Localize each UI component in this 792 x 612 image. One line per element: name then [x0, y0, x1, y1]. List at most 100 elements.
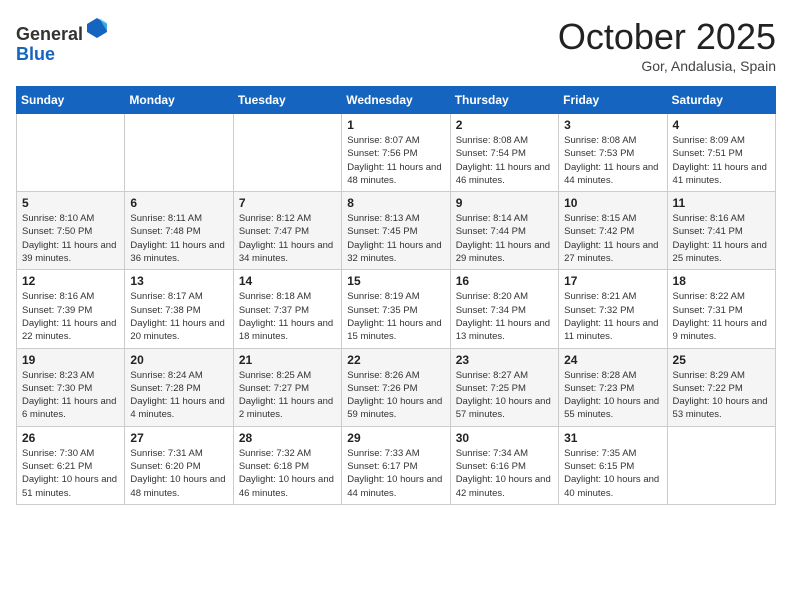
day-number: 7 — [239, 196, 336, 210]
day-info: Sunrise: 8:28 AM Sunset: 7:23 PM Dayligh… — [564, 369, 661, 422]
day-number: 11 — [673, 196, 770, 210]
calendar-cell: 16 Sunrise: 8:20 AM Sunset: 7:34 PM Dayli… — [450, 270, 558, 348]
week-row-1: 1 Sunrise: 8:07 AM Sunset: 7:56 PM Daylig… — [17, 114, 776, 192]
day-info: Sunrise: 8:16 AM Sunset: 7:41 PM Dayligh… — [673, 212, 770, 265]
calendar-cell: 10 Sunrise: 8:15 AM Sunset: 7:42 PM Dayli… — [559, 192, 667, 270]
day-number: 29 — [347, 431, 444, 445]
weekday-header-saturday: Saturday — [667, 87, 775, 114]
day-info: Sunrise: 7:30 AM Sunset: 6:21 PM Dayligh… — [22, 447, 119, 500]
calendar-cell: 24 Sunrise: 8:28 AM Sunset: 7:23 PM Dayli… — [559, 348, 667, 426]
calendar-cell: 12 Sunrise: 8:16 AM Sunset: 7:39 PM Dayli… — [17, 270, 125, 348]
day-info: Sunrise: 8:08 AM Sunset: 7:54 PM Dayligh… — [456, 134, 553, 187]
day-info: Sunrise: 8:10 AM Sunset: 7:50 PM Dayligh… — [22, 212, 119, 265]
weekday-header-tuesday: Tuesday — [233, 87, 341, 114]
day-info: Sunrise: 8:26 AM Sunset: 7:26 PM Dayligh… — [347, 369, 444, 422]
day-number: 12 — [22, 274, 119, 288]
calendar-cell: 7 Sunrise: 8:12 AM Sunset: 7:47 PM Daylig… — [233, 192, 341, 270]
week-row-2: 5 Sunrise: 8:10 AM Sunset: 7:50 PM Daylig… — [17, 192, 776, 270]
day-info: Sunrise: 8:12 AM Sunset: 7:47 PM Dayligh… — [239, 212, 336, 265]
day-info: Sunrise: 7:31 AM Sunset: 6:20 PM Dayligh… — [130, 447, 227, 500]
day-number: 5 — [22, 196, 119, 210]
week-row-4: 19 Sunrise: 8:23 AM Sunset: 7:30 PM Dayli… — [17, 348, 776, 426]
calendar-cell: 30 Sunrise: 7:34 AM Sunset: 6:16 PM Dayli… — [450, 426, 558, 504]
week-row-3: 12 Sunrise: 8:16 AM Sunset: 7:39 PM Dayli… — [17, 270, 776, 348]
day-info: Sunrise: 8:11 AM Sunset: 7:48 PM Dayligh… — [130, 212, 227, 265]
calendar-cell: 27 Sunrise: 7:31 AM Sunset: 6:20 PM Dayli… — [125, 426, 233, 504]
calendar-cell: 2Sunrise: 8:08 AM Sunset: 7:54 PM Daylig… — [450, 114, 558, 192]
day-number: 15 — [347, 274, 444, 288]
day-number: 1 — [347, 118, 444, 132]
day-number: 19 — [22, 353, 119, 367]
day-number: 27 — [130, 431, 227, 445]
day-info: Sunrise: 8:21 AM Sunset: 7:32 PM Dayligh… — [564, 290, 661, 343]
day-number: 8 — [347, 196, 444, 210]
day-info: Sunrise: 8:14 AM Sunset: 7:44 PM Dayligh… — [456, 212, 553, 265]
calendar-cell: 11 Sunrise: 8:16 AM Sunset: 7:41 PM Dayli… — [667, 192, 775, 270]
calendar-cell: 5 Sunrise: 8:10 AM Sunset: 7:50 PM Daylig… — [17, 192, 125, 270]
logo-icon — [85, 16, 109, 40]
calendar-cell: 29Sunrise: 7:33 AM Sunset: 6:17 PM Dayli… — [342, 426, 450, 504]
calendar-cell: 17 Sunrise: 8:21 AM Sunset: 7:32 PM Dayli… — [559, 270, 667, 348]
day-number: 20 — [130, 353, 227, 367]
calendar-cell: 19 Sunrise: 8:23 AM Sunset: 7:30 PM Dayli… — [17, 348, 125, 426]
day-info: Sunrise: 8:15 AM Sunset: 7:42 PM Dayligh… — [564, 212, 661, 265]
day-number: 16 — [456, 274, 553, 288]
logo-general-text: General — [16, 24, 83, 44]
day-number: 31 — [564, 431, 661, 445]
calendar-cell: 18 Sunrise: 8:22 AM Sunset: 7:31 PM Dayli… — [667, 270, 775, 348]
day-number: 30 — [456, 431, 553, 445]
month-title: October 2025 — [558, 16, 776, 58]
calendar-cell: 9Sunrise: 8:14 AM Sunset: 7:44 PM Daylig… — [450, 192, 558, 270]
day-info: Sunrise: 8:29 AM Sunset: 7:22 PM Dayligh… — [673, 369, 770, 422]
calendar-cell: 20 Sunrise: 8:24 AM Sunset: 7:28 PM Dayli… — [125, 348, 233, 426]
weekday-header-wednesday: Wednesday — [342, 87, 450, 114]
location-text: Gor, Andalusia, Spain — [558, 58, 776, 74]
weekday-header-thursday: Thursday — [450, 87, 558, 114]
calendar-cell: 3Sunrise: 8:08 AM Sunset: 7:53 PM Daylig… — [559, 114, 667, 192]
title-block: October 2025 Gor, Andalusia, Spain — [558, 16, 776, 74]
day-info: Sunrise: 8:27 AM Sunset: 7:25 PM Dayligh… — [456, 369, 553, 422]
calendar-cell: 21 Sunrise: 8:25 AM Sunset: 7:27 PM Dayli… — [233, 348, 341, 426]
day-number: 17 — [564, 274, 661, 288]
day-number: 10 — [564, 196, 661, 210]
day-info: Sunrise: 8:25 AM Sunset: 7:27 PM Dayligh… — [239, 369, 336, 422]
calendar-cell: 28 Sunrise: 7:32 AM Sunset: 6:18 PM Dayli… — [233, 426, 341, 504]
calendar-cell: 25 Sunrise: 8:29 AM Sunset: 7:22 PM Dayli… — [667, 348, 775, 426]
day-number: 6 — [130, 196, 227, 210]
day-number: 21 — [239, 353, 336, 367]
day-info: Sunrise: 8:22 AM Sunset: 7:31 PM Dayligh… — [673, 290, 770, 343]
weekday-header-friday: Friday — [559, 87, 667, 114]
day-info: Sunrise: 8:19 AM Sunset: 7:35 PM Dayligh… — [347, 290, 444, 343]
day-number: 13 — [130, 274, 227, 288]
day-info: Sunrise: 8:07 AM Sunset: 7:56 PM Dayligh… — [347, 134, 444, 187]
weekday-header-monday: Monday — [125, 87, 233, 114]
calendar-cell: 26Sunrise: 7:30 AM Sunset: 6:21 PM Dayli… — [17, 426, 125, 504]
day-info: Sunrise: 7:34 AM Sunset: 6:16 PM Dayligh… — [456, 447, 553, 500]
calendar-cell: 8Sunrise: 8:13 AM Sunset: 7:45 PM Daylig… — [342, 192, 450, 270]
calendar-cell: 13 Sunrise: 8:17 AM Sunset: 7:38 PM Dayli… — [125, 270, 233, 348]
day-number: 14 — [239, 274, 336, 288]
day-info: Sunrise: 8:16 AM Sunset: 7:39 PM Dayligh… — [22, 290, 119, 343]
calendar-table: SundayMondayTuesdayWednesdayThursdayFrid… — [16, 86, 776, 505]
calendar-cell: 23 Sunrise: 8:27 AM Sunset: 7:25 PM Dayli… — [450, 348, 558, 426]
day-number: 23 — [456, 353, 553, 367]
calendar-cell: 15 Sunrise: 8:19 AM Sunset: 7:35 PM Dayli… — [342, 270, 450, 348]
week-row-5: 26Sunrise: 7:30 AM Sunset: 6:21 PM Dayli… — [17, 426, 776, 504]
day-info: Sunrise: 8:24 AM Sunset: 7:28 PM Dayligh… — [130, 369, 227, 422]
calendar-cell: 6 Sunrise: 8:11 AM Sunset: 7:48 PM Daylig… — [125, 192, 233, 270]
day-number: 25 — [673, 353, 770, 367]
day-number: 22 — [347, 353, 444, 367]
day-info: Sunrise: 8:20 AM Sunset: 7:34 PM Dayligh… — [456, 290, 553, 343]
day-info: Sunrise: 8:18 AM Sunset: 7:37 PM Dayligh… — [239, 290, 336, 343]
logo-blue-text: Blue — [16, 44, 55, 64]
day-number: 24 — [564, 353, 661, 367]
day-info: Sunrise: 8:23 AM Sunset: 7:30 PM Dayligh… — [22, 369, 119, 422]
day-info: Sunrise: 8:17 AM Sunset: 7:38 PM Dayligh… — [130, 290, 227, 343]
day-number: 18 — [673, 274, 770, 288]
day-info: Sunrise: 7:32 AM Sunset: 6:18 PM Dayligh… — [239, 447, 336, 500]
day-number: 28 — [239, 431, 336, 445]
calendar-cell: 14 Sunrise: 8:18 AM Sunset: 7:37 PM Dayli… — [233, 270, 341, 348]
page-header: General Blue October 2025 Gor, Andalusia… — [16, 16, 776, 74]
day-number: 3 — [564, 118, 661, 132]
calendar-cell: 1 Sunrise: 8:07 AM Sunset: 7:56 PM Daylig… — [342, 114, 450, 192]
